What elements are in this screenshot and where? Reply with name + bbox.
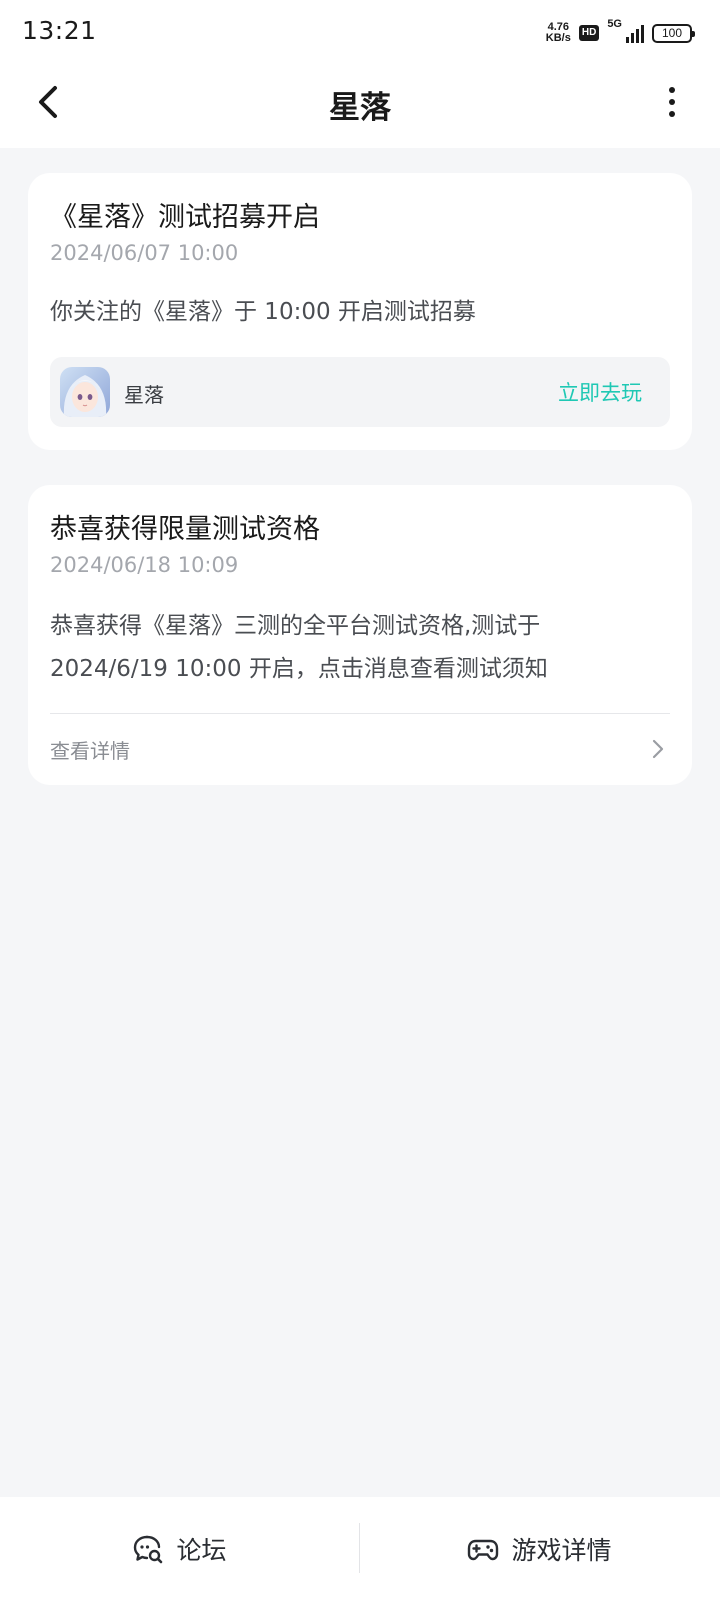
forum-button[interactable]: 论坛 xyxy=(0,1497,359,1601)
game-details-label: 游戏详情 xyxy=(511,1536,612,1565)
hd-icon: HD xyxy=(578,25,600,41)
chevron-right-icon xyxy=(652,739,664,759)
message-card-qualification[interactable]: 恭喜获得限量测试资格 2024/06/18 10:09 恭喜获得《星落》三测的全… xyxy=(28,485,692,785)
card-body: 你关注的《星落》于 10:00 开启测试招募 xyxy=(50,299,476,325)
status-bar: 13:21 4.76 KB/s HD 5G 100 xyxy=(0,0,720,64)
divider xyxy=(50,713,670,714)
network-type: 5G xyxy=(607,18,622,30)
more-vertical-icon xyxy=(669,87,675,93)
card-body-line: 恭喜获得《星落》三测的全平台测试资格,测试于 xyxy=(50,613,541,639)
view-details-label: 查看详情 xyxy=(50,739,130,763)
network-speed: 4.76 KB/s xyxy=(546,22,571,44)
view-details-button[interactable]: 查看详情 xyxy=(50,721,670,777)
status-time: 13:21 xyxy=(22,16,97,45)
card-body-line: 2024/6/19 10:00 开启，点击消息查看测试须知 xyxy=(50,656,548,682)
status-icons: 4.76 KB/s HD 5G 100 xyxy=(546,18,695,48)
forum-label: 论坛 xyxy=(176,1536,227,1565)
card-timestamp: 2024/06/07 10:00 xyxy=(50,241,239,265)
card-title: 《星落》测试招募开启 xyxy=(50,202,320,233)
play-now-button[interactable]: 立即去玩 xyxy=(558,377,642,407)
message-card-recruit[interactable]: 《星落》测试招募开启 2024/06/07 10:00 你关注的《星落》于 10… xyxy=(28,173,692,450)
card-timestamp: 2024/06/18 10:09 xyxy=(50,553,239,577)
game-name: 星落 xyxy=(124,383,164,407)
network-speed-unit: KB/s xyxy=(545,32,571,44)
app-header: 星落 xyxy=(0,64,720,148)
card-title: 恭喜获得限量测试资格 xyxy=(50,514,320,545)
game-details-button[interactable]: 游戏详情 xyxy=(360,1497,719,1601)
page-title: 星落 xyxy=(329,90,391,126)
more-button[interactable] xyxy=(660,80,684,124)
game-avatar[interactable] xyxy=(60,367,110,417)
chat-search-icon xyxy=(134,1535,163,1564)
battery-icon: 100 xyxy=(652,23,695,43)
bottom-bar: 论坛 游戏详情 xyxy=(0,1497,720,1601)
game-row[interactable]: 星落 立即去玩 xyxy=(50,357,670,427)
gamepad-icon xyxy=(468,1539,499,1561)
signal-icon xyxy=(626,23,644,43)
card-body: 恭喜获得《星落》三测的全平台测试资格,测试于 2024/6/19 10:00 开… xyxy=(50,605,670,691)
